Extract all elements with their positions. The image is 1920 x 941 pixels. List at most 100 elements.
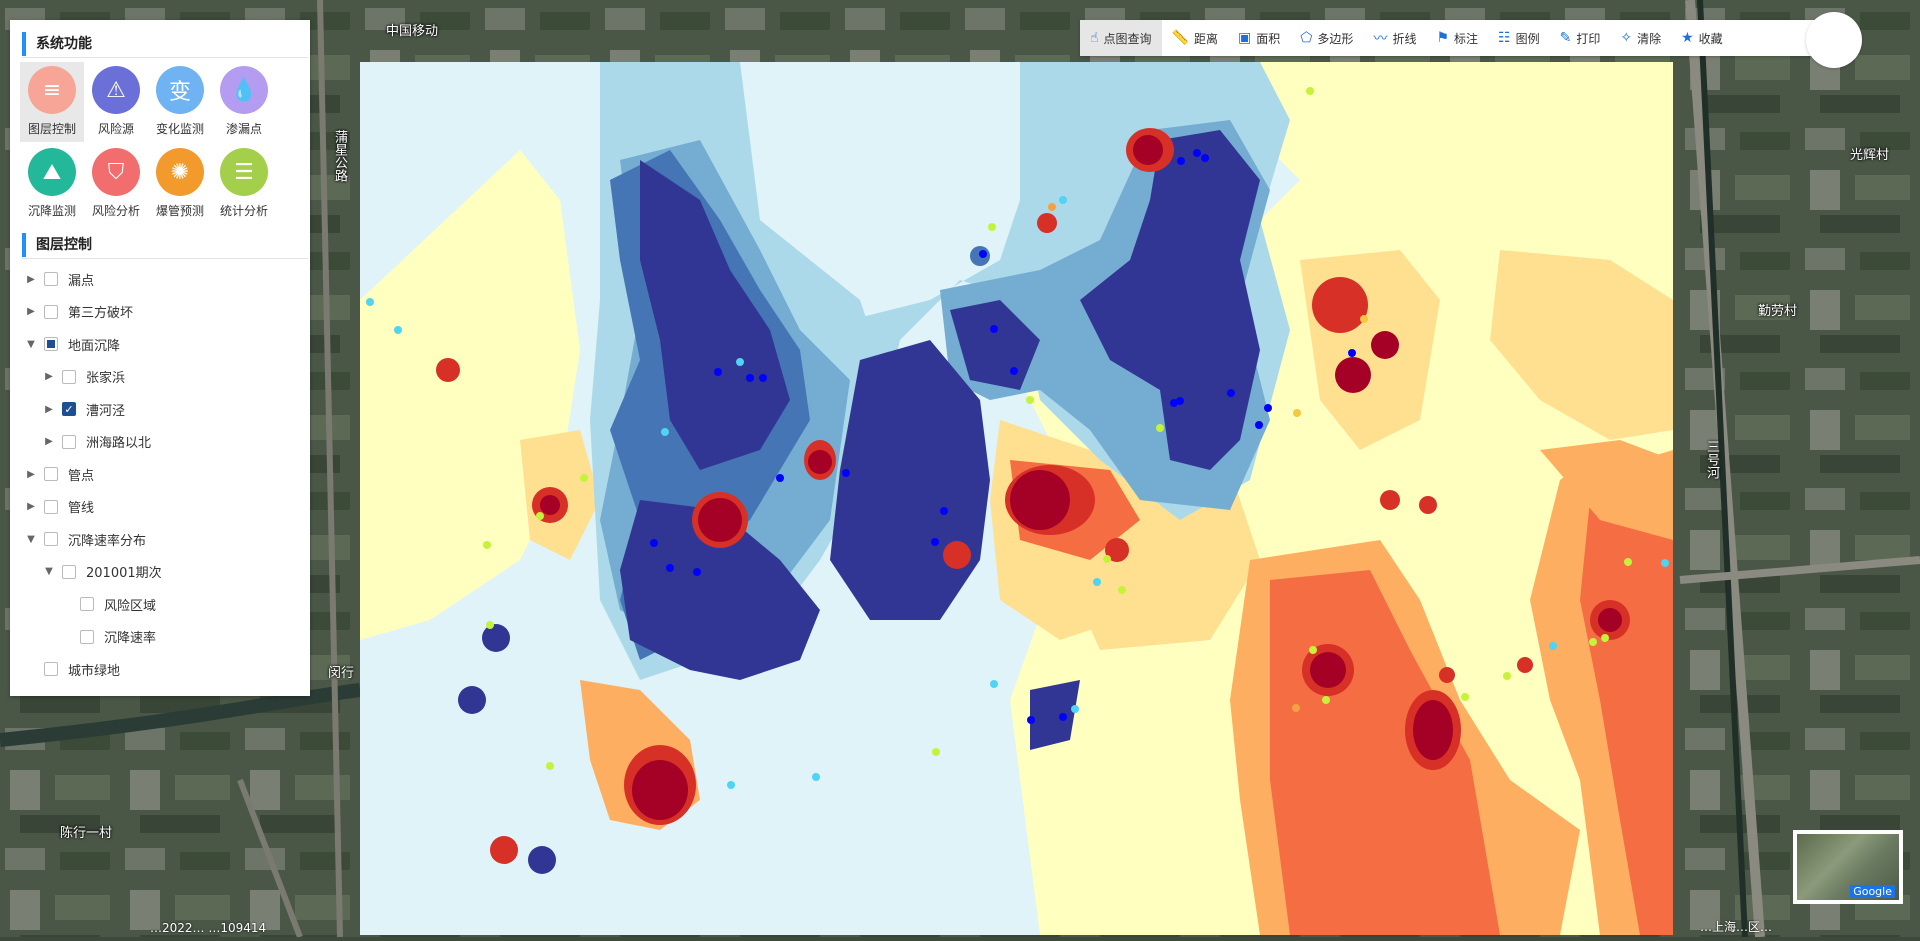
print-icon: ✎ — [1559, 30, 1572, 46]
tool-label: 清除 — [1637, 31, 1662, 46]
map-label: 中国移动 — [386, 24, 439, 39]
layer-node[interactable]: ▶ 管线 — [24, 491, 304, 524]
caret-right-icon[interactable]: ▶ — [24, 501, 38, 512]
layer-node[interactable]: 沉降速率 — [24, 621, 304, 654]
layer-label: 张家浜 — [86, 371, 126, 387]
function-layers[interactable]: ≡ 图层控制 — [20, 62, 84, 142]
layer-node[interactable]: ▶ 洲海路以北 — [24, 426, 304, 459]
function-label: 沉降监测 — [27, 204, 76, 218]
function-subsidence[interactable]: ⛰ 沉降监测 — [20, 144, 84, 224]
layer-checkbox[interactable] — [80, 629, 94, 644]
flag-icon: ⚑ — [1436, 30, 1450, 46]
layer-node[interactable]: 城市绿地 — [24, 653, 304, 686]
layer-label: 沉降速率 — [104, 631, 157, 647]
caret-right-icon[interactable]: ▶ — [42, 436, 56, 447]
layer-node[interactable]: ▶ ✓ 漕河泾 — [24, 393, 304, 426]
layer-label: 洲海路以北 — [86, 436, 152, 452]
map-status-left: …2022… …109414 — [150, 921, 267, 935]
tool-hand-pointer[interactable]: ☝ 点图查询 — [1080, 20, 1162, 56]
layers-title: 图层控制 — [22, 233, 92, 257]
layer-checkbox[interactable] — [62, 369, 76, 384]
clear-icon: ✧ — [1620, 30, 1633, 46]
function-shield[interactable]: ⛉ 风险分析 — [84, 144, 148, 224]
layer-checkbox[interactable] — [80, 597, 94, 612]
tool-clear[interactable]: ✧ 清除 — [1610, 20, 1671, 56]
layer-checkbox[interactable] — [44, 499, 58, 514]
shield-icon: ⛉ — [92, 148, 140, 196]
caret-right-icon[interactable]: ▶ — [42, 371, 56, 382]
layer-node[interactable]: ▶ 管点 — [24, 458, 304, 491]
map-label: 蒲星公路 — [332, 130, 347, 182]
basemap-switcher[interactable]: Google — [1793, 830, 1903, 904]
caret-right-icon[interactable]: ▶ — [24, 274, 38, 285]
tool-ruler[interactable]: 📏 距离 — [1162, 20, 1228, 56]
polyline-icon: 〰 — [1373, 31, 1388, 47]
tool-label: 打印 — [1576, 31, 1601, 46]
layer-checkbox[interactable] — [62, 564, 76, 579]
polygon-icon: ⬠ — [1300, 30, 1313, 46]
layer-checkbox[interactable] — [44, 467, 58, 482]
alarm-light-icon: ⚠ — [92, 66, 140, 114]
layers-icon: ≡ — [28, 66, 76, 114]
layer-label: 城市绿地 — [68, 663, 121, 679]
function-label: 风险分析 — [91, 204, 140, 218]
layer-checkbox[interactable] — [44, 532, 58, 547]
caret-right-icon[interactable]: ▶ — [24, 306, 38, 317]
function-label: 统计分析 — [219, 204, 268, 218]
divider — [22, 57, 308, 58]
function-burst-pipe[interactable]: ✺ 爆管预测 — [148, 144, 212, 224]
caret-down-icon[interactable]: ▼ — [24, 534, 38, 545]
layer-label: 漏点 — [68, 273, 95, 289]
layer-node[interactable]: ▶ 第三方破坏 — [24, 296, 304, 329]
tool-label: 收藏 — [1698, 31, 1723, 46]
layer-label: 第三方破坏 — [68, 306, 134, 322]
layer-node[interactable]: ▶ 漏点 — [24, 263, 304, 296]
tool-area[interactable]: ▣ 面积 — [1228, 20, 1290, 56]
user-avatar-button[interactable] — [1806, 12, 1862, 68]
function-label: 风险源 — [97, 122, 134, 136]
tool-star[interactable]: ★ 收藏 — [1671, 20, 1733, 56]
layer-checkbox[interactable] — [44, 272, 58, 287]
tool-label: 面积 — [1256, 31, 1281, 46]
layer-checkbox[interactable]: ✓ — [62, 402, 76, 417]
function-label: 图层控制 — [27, 122, 76, 136]
tool-flag[interactable]: ⚑ 标注 — [1426, 20, 1488, 56]
layer-node[interactable]: 风险区域 — [24, 588, 304, 621]
layer-checkbox[interactable] — [44, 304, 58, 319]
layer-checkbox[interactable] — [44, 337, 58, 352]
layer-checkbox[interactable] — [62, 434, 76, 449]
function-water-drop[interactable]: 💧 渗漏点 — [212, 62, 276, 142]
area-icon: ▣ — [1238, 30, 1252, 46]
subsidence-contour-layer[interactable] — [360, 62, 1673, 935]
tool-print[interactable]: ✎ 打印 — [1550, 20, 1611, 56]
layer-node[interactable]: ▼ 沉降速率分布 — [24, 523, 304, 556]
tool-legend[interactable]: ☷ 图例 — [1488, 20, 1550, 56]
map-status-right: …上海…区… — [1700, 920, 1773, 934]
burst-pipe-icon: ✺ — [156, 148, 204, 196]
caret-right-icon[interactable]: ▶ — [42, 404, 56, 415]
map-label: 闵行 — [328, 666, 355, 681]
layer-node[interactable]: ▼ 地面沉降 — [24, 328, 304, 361]
map-label: 陈行一村 — [60, 826, 113, 841]
function-report[interactable]: ☰ 统计分析 — [212, 144, 276, 224]
map-label: 勤劳村 — [1758, 304, 1798, 319]
tool-polygon[interactable]: ⬠ 多边形 — [1290, 20, 1363, 56]
function-label: 变化监测 — [155, 122, 204, 136]
caret-down-icon[interactable]: ▼ — [24, 339, 38, 350]
legend-icon: ☷ — [1498, 30, 1511, 46]
report-icon: ☰ — [220, 148, 268, 196]
layer-checkbox[interactable] — [44, 662, 58, 677]
layer-label: 漕河泾 — [86, 403, 126, 419]
map-toolbar: ☝ 点图查询 📏 距离 ▣ 面积 ⬠ 多边形〰折线 ⚑ 标注 ☷ 图例 ✎ 打印 ✧ 清除 ★ 收藏 — [1080, 20, 1820, 56]
tool-polyline[interactable]: 〰折线 — [1363, 20, 1426, 56]
layer-node[interactable]: ▶ 张家浜 — [24, 361, 304, 394]
caret-down-icon[interactable]: ▼ — [42, 566, 56, 577]
basemap-thumbnail: Google — [1797, 834, 1899, 900]
layer-node[interactable]: ▼ 201001期次 — [24, 556, 304, 589]
layer-label: 风险区域 — [104, 598, 157, 614]
function-label: 爆管预测 — [155, 204, 204, 218]
function-change[interactable]: 变变化监测 — [148, 62, 212, 142]
basemap-label: Google — [1850, 885, 1895, 898]
caret-right-icon[interactable]: ▶ — [24, 469, 38, 480]
function-alarm-light[interactable]: ⚠ 风险源 — [84, 62, 148, 142]
